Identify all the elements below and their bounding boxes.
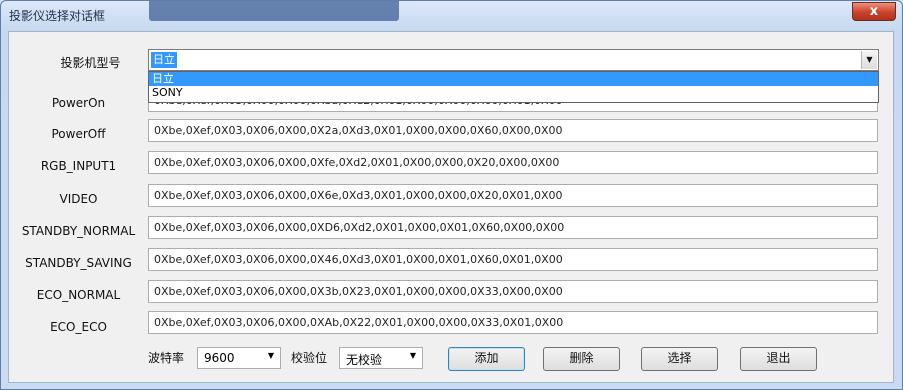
baud-rate-select[interactable]: 9600 ▼ — [197, 347, 281, 369]
close-button[interactable]: x — [852, 2, 896, 21]
standby-normal-field[interactable]: 0Xbe,0Xef,0X03,0X06,0X00,0XD6,0Xd2,0X01,… — [148, 216, 878, 239]
add-button[interactable]: 添加 — [448, 347, 525, 371]
baud-rate-value: 9600 — [204, 351, 235, 365]
standby-normal-label: STANDBY_NORMAL — [21, 224, 136, 238]
background-app-banner — [149, 1, 399, 21]
delete-button[interactable]: 删除 — [543, 347, 620, 371]
eco-normal-label: ECO_NORMAL — [36, 288, 121, 302]
parity-label: 校验位 — [291, 351, 328, 365]
standby-saving-field[interactable]: 0Xbe,0Xef,0X03,0X06,0X00,0X46,0Xd3,0X01,… — [148, 248, 878, 271]
projector-model-selected-value: 日立 — [151, 52, 177, 68]
video-label: VIDEO — [59, 192, 98, 206]
parity-value: 无校验 — [346, 353, 383, 367]
video-field[interactable]: 0Xbe,0Xef,0X03,0X06,0X00,0X6e,0Xd3,0X01,… — [148, 184, 878, 207]
projector-dialog-window: 投影仪选择对话框 x 投影机型号 日立 ▼ 日立 SONY PowerOn 0X… — [0, 0, 903, 390]
power-off-field[interactable]: 0Xbe,0Xef,0X03,0X06,0X00,0X2a,0Xd3,0X01,… — [148, 119, 878, 142]
eco-eco-field[interactable]: 0Xbe,0Xef,0X03,0X06,0X00,0XAb,0X22,0X01,… — [148, 311, 878, 334]
rgb-input1-label: RGB_INPUT1 — [40, 159, 117, 173]
chevron-down-icon[interactable]: ▼ — [861, 51, 877, 69]
projector-model-dropdown-list: 日立 SONY — [148, 71, 879, 103]
chevron-down-icon: ▼ — [409, 351, 416, 360]
projector-model-label: 投影机型号 — [60, 56, 121, 70]
power-off-label: PowerOff — [51, 127, 106, 141]
dropdown-option-sony[interactable]: SONY — [149, 86, 878, 100]
exit-button[interactable]: 退出 — [740, 347, 817, 371]
select-button[interactable]: 选择 — [641, 347, 718, 371]
eco-normal-field[interactable]: 0Xbe,0Xef,0X03,0X06,0X00,0X3b,0X23,0X01,… — [148, 280, 878, 303]
projector-model-select[interactable]: 日立 ▼ — [148, 49, 879, 71]
window-title: 投影仪选择对话框 — [9, 9, 106, 23]
rgb-input1-field[interactable]: 0Xbe,0Xef,0X03,0X06,0X00,0Xfe,0Xd2,0X01,… — [148, 151, 878, 174]
title-bar: 投影仪选择对话框 x — [1, 1, 902, 29]
dropdown-option-hitachi[interactable]: 日立 — [149, 72, 878, 86]
chevron-down-icon: ▼ — [267, 351, 274, 360]
baud-rate-label: 波特率 — [148, 351, 185, 365]
standby-saving-label: STANDBY_SAVING — [25, 256, 132, 270]
power-on-label: PowerOn — [51, 96, 106, 110]
eco-eco-label: ECO_ECO — [50, 320, 107, 334]
parity-select[interactable]: 无校验 ▼ — [339, 347, 423, 369]
